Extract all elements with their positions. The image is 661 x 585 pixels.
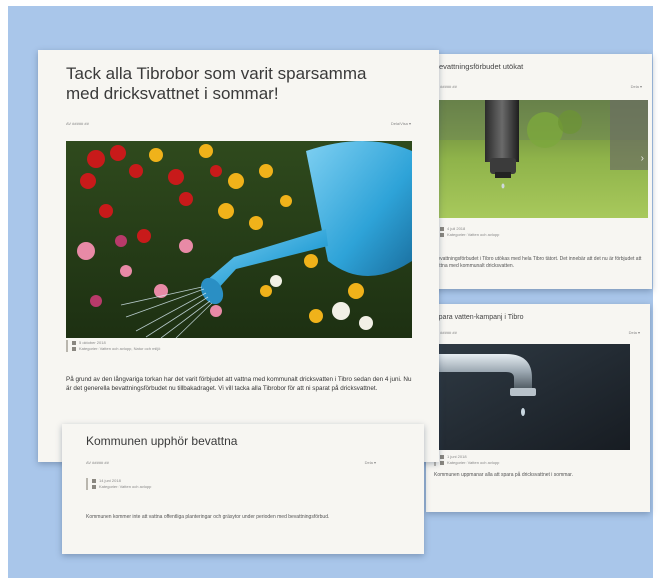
card-title[interactable]: Spara vatten-kampanj i Tibro	[434, 314, 524, 321]
share-button[interactable]: Dela ▾	[631, 84, 642, 90]
article-title[interactable]: Kommunen upphör bevattna	[86, 434, 237, 448]
byline: AV ##### ##	[86, 460, 109, 465]
article-date: 4 juli 2018	[447, 226, 466, 231]
article-body: Kommunen kommer inte att vattna offentli…	[86, 514, 330, 520]
article-meta: 5 oktober 2018 Kategorier: Vatten och av…	[66, 340, 402, 352]
calendar-icon	[440, 226, 444, 231]
article-tags[interactable]: Kategorier: Vatten och avlopp	[447, 460, 499, 465]
news-card-top-right[interactable]: Bevattningsförbudet utökat AV ##### ## D…	[426, 54, 652, 289]
article-tags[interactable]: Kategorier: Vatten och avlopp	[447, 232, 499, 237]
tag-icon	[92, 484, 96, 489]
faucet-image: ‹ ›	[430, 100, 648, 218]
tag-icon	[440, 460, 444, 465]
share-button[interactable]: Dela/Visa ▾	[391, 121, 411, 127]
news-card-main[interactable]: Tack alla Tibrobor som varit sparsamma m…	[38, 50, 439, 462]
calendar-icon	[72, 340, 76, 345]
news-card-bottom-left[interactable]: Kommunen upphör bevattna AV ##### ## Del…	[62, 424, 424, 554]
byline: AV ##### ##	[66, 121, 89, 126]
article-tags[interactable]: Kategorier: Vatten och avlopp	[99, 484, 151, 489]
article-body: På grund av den långvariga torkan har de…	[66, 376, 412, 392]
article-meta: 4 juli 2018 Kategorier: Vatten och avlop…	[434, 226, 640, 238]
calendar-icon	[440, 454, 444, 459]
chevron-right-icon[interactable]: ›	[641, 153, 644, 164]
tap-drip-image	[436, 344, 630, 450]
share-button[interactable]: Dela ▾	[629, 330, 640, 336]
article-meta: 14 juni 2018 Kategorier: Vatten och avlo…	[86, 478, 352, 490]
article-date: 14 juni 2018	[99, 478, 121, 483]
article-meta: 1 juni 2018 Kategorier: Vatten och avlop…	[434, 454, 630, 466]
calendar-icon	[92, 478, 96, 483]
card-title[interactable]: Bevattningsförbudet utökat	[434, 62, 523, 71]
article-body: Bevattningsförbudet i Tibro utökas med h…	[434, 256, 642, 269]
tag-icon	[440, 232, 444, 237]
background-panel: Bevattningsförbudet utökat AV ##### ## D…	[8, 6, 653, 578]
article-date: 5 oktober 2018	[79, 340, 106, 345]
article-tags[interactable]: Kategorier: Vatten och avlopp, Natur och…	[79, 346, 160, 351]
share-button[interactable]: Dela ▾	[365, 460, 376, 466]
news-card-bottom-right[interactable]: Spara vatten-kampanj i Tibro AV ##### ##…	[426, 304, 650, 512]
tag-icon	[72, 346, 76, 351]
article-title[interactable]: Tack alla Tibrobor som varit sparsamma m…	[66, 64, 396, 104]
watering-can-flowers-image	[66, 141, 412, 339]
article-body: Kommunen uppmanar alla att spara på dric…	[434, 472, 573, 478]
article-date: 1 juni 2018	[447, 454, 467, 459]
